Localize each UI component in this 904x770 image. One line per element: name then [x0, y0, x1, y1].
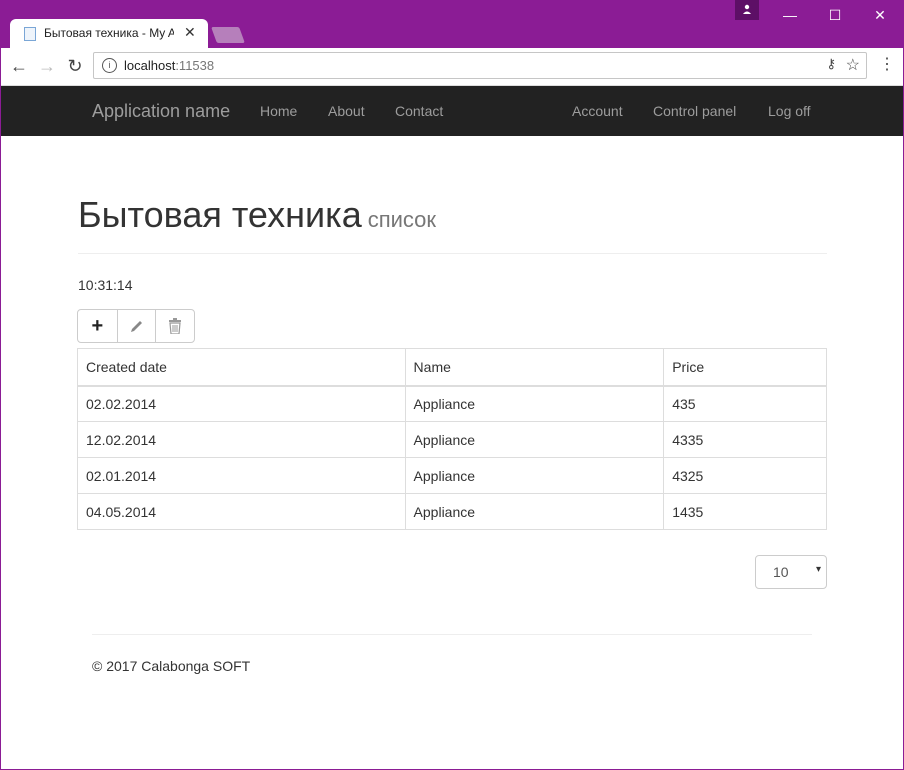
column-header-name[interactable]: Name: [404, 348, 665, 387]
minimize-button[interactable]: —: [775, 4, 805, 26]
new-tab-button[interactable]: [211, 27, 245, 43]
cell-name: Appliance: [404, 385, 665, 422]
nav-contact-link[interactable]: Contact: [395, 103, 443, 119]
key-icon[interactable]: ⚷: [826, 56, 836, 72]
table-row[interactable]: 04.05.2014 Appliance 1435: [77, 493, 827, 530]
forward-arrow-icon[interactable]: →: [36, 54, 58, 78]
footer-divider: [92, 634, 812, 635]
info-icon[interactable]: i: [102, 58, 117, 73]
page-title: Бытовая техника список: [78, 194, 436, 236]
nav-control-panel-link[interactable]: Control panel: [653, 103, 736, 119]
pencil-icon: [130, 320, 142, 332]
reload-icon[interactable]: ↻: [64, 54, 86, 78]
browser-tab[interactable]: Бытовая техника - My A ✕: [10, 19, 208, 48]
cell-price: 1435: [663, 493, 827, 530]
page-subtitle: список: [367, 207, 437, 232]
bookmark-star-icon[interactable]: ☆: [846, 55, 860, 75]
page-favicon-icon: [24, 27, 36, 41]
delete-button[interactable]: [155, 310, 194, 342]
profile-button[interactable]: [735, 0, 759, 20]
url-port: :11538: [175, 58, 215, 73]
tab-title: Бытовая техника - My A: [44, 26, 174, 40]
browser-toolbar: ← → ↻ i localhost:11538 ⚷ ☆ ⋮: [1, 48, 903, 86]
chevron-down-icon: ▾: [815, 564, 821, 575]
table-row[interactable]: 02.02.2014 Appliance 435: [77, 385, 827, 422]
edit-button[interactable]: [116, 310, 156, 342]
cell-created-date: 04.05.2014: [77, 493, 406, 530]
url-host: localhost: [124, 58, 176, 73]
title-divider: [78, 253, 827, 254]
cell-name: Appliance: [404, 493, 665, 530]
browser-menu-icon[interactable]: ⋮: [879, 54, 895, 74]
footer-copyright: © 2017 Calabonga SOFT: [92, 658, 251, 674]
trash-icon: [169, 318, 182, 334]
browser-window: Бытовая техника - My A ✕ — ☐ ✕ ← → ↻ i l…: [0, 0, 904, 770]
cell-created-date: 02.02.2014: [77, 385, 406, 422]
nav-about-link[interactable]: About: [328, 103, 365, 119]
cell-created-date: 02.01.2014: [77, 457, 406, 494]
tab-strip: Бытовая техника - My A ✕ — ☐ ✕: [0, 0, 904, 48]
nav-account-link[interactable]: Account: [572, 103, 623, 119]
add-button[interactable]: +: [78, 310, 117, 342]
brand-link[interactable]: Application name: [92, 101, 230, 122]
table-header-row: Created date Name Price: [77, 348, 827, 387]
nav-home-link[interactable]: Home: [260, 103, 297, 119]
page-size-select[interactable]: 10 ▾: [755, 555, 827, 589]
page-size-value: 10: [773, 564, 789, 580]
address-bar[interactable]: i localhost:11538 ⚷ ☆: [93, 52, 867, 79]
time-display: 10:31:14: [78, 277, 133, 293]
back-arrow-icon[interactable]: ←: [8, 54, 30, 78]
table-row[interactable]: 02.01.2014 Appliance 4325: [77, 457, 827, 494]
crud-button-group: +: [77, 309, 195, 343]
column-header-price[interactable]: Price: [663, 348, 827, 387]
cell-created-date: 12.02.2014: [77, 421, 406, 458]
tab-close-icon[interactable]: ✕: [184, 24, 196, 41]
cell-price: 4325: [663, 457, 827, 494]
page-title-text: Бытовая техника: [78, 194, 362, 235]
close-window-button[interactable]: ✕: [865, 4, 895, 26]
table-row[interactable]: 12.02.2014 Appliance 4335: [77, 421, 827, 458]
cell-name: Appliance: [404, 457, 665, 494]
nav-logoff-link[interactable]: Log off: [768, 103, 811, 119]
site-navbar: Application name Home About Contact Acco…: [1, 86, 903, 136]
person-icon: [743, 4, 751, 14]
cell-name: Appliance: [404, 421, 665, 458]
page-viewport: Application name Home About Contact Acco…: [1, 86, 903, 769]
maximize-button[interactable]: ☐: [820, 4, 850, 26]
column-header-created-date[interactable]: Created date: [77, 348, 406, 387]
cell-price: 435: [663, 385, 827, 422]
cell-price: 4335: [663, 421, 827, 458]
data-table: Created date Name Price 02.02.2014 Appli…: [77, 348, 827, 530]
url-text[interactable]: localhost:11538: [124, 58, 214, 73]
plus-icon: +: [91, 314, 104, 337]
